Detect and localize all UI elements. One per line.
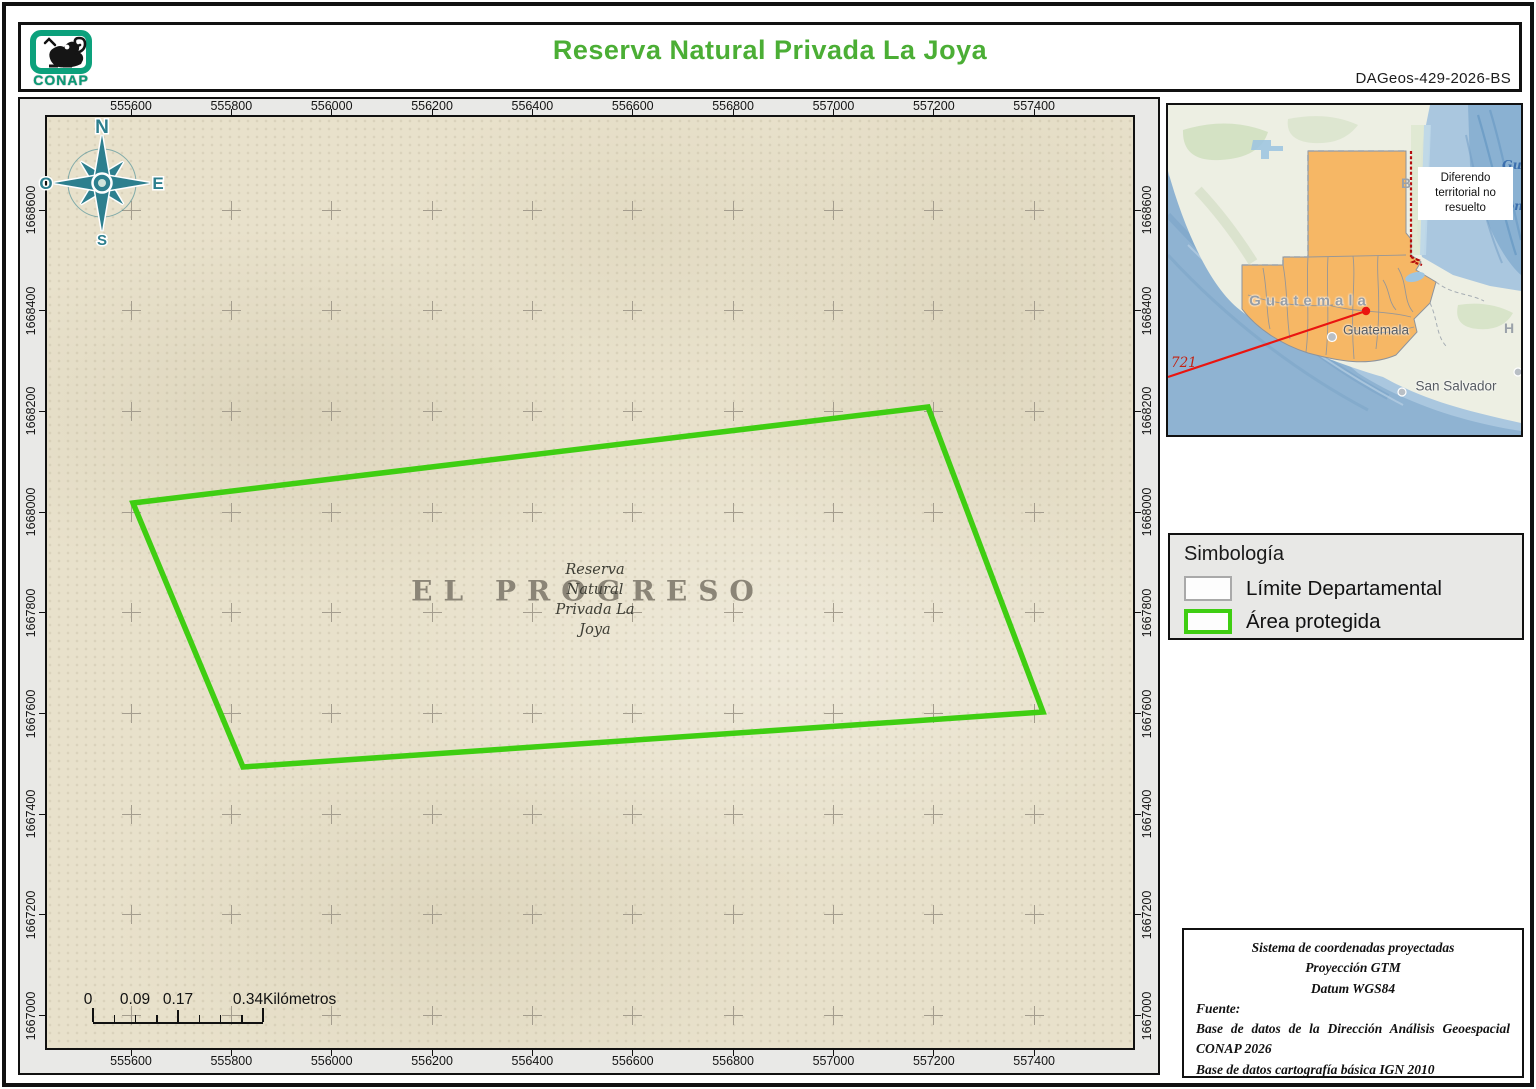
compass-o-label: O bbox=[39, 174, 52, 193]
compass-n-label: N bbox=[95, 117, 109, 138]
source-line-2: Base de datos cartografía básica IGN 201… bbox=[1196, 1061, 1435, 1077]
northing-label-right: 1667200 bbox=[1140, 890, 1154, 940]
northing-label-right: 1667800 bbox=[1140, 588, 1154, 638]
easting-label-bottom: 557400 bbox=[1013, 1054, 1055, 1068]
northing-label-right: 1668600 bbox=[1140, 185, 1154, 235]
source-line-1: Base de datos de la Dirección Análisis G… bbox=[1196, 1021, 1510, 1057]
legend: Simbología Límite Departamental Área pro… bbox=[1168, 533, 1524, 640]
easting-label-bottom: 557000 bbox=[812, 1054, 855, 1068]
map-sheet: CONAP Reserva Natural Privada La Joya DA… bbox=[0, 0, 1536, 1089]
honduras-partial-label: H o bbox=[1504, 320, 1521, 336]
guatemala-city-label: Guatemala bbox=[1342, 322, 1410, 338]
map-frame: 555600 555600 555800 555800 556000 556000 5562… bbox=[18, 97, 1160, 1075]
easting-label-bottom: 556800 bbox=[712, 1054, 754, 1068]
credits-box: Sistema de coordenadas proyectadas Proye… bbox=[1182, 928, 1524, 1078]
northing-tick-right bbox=[1135, 813, 1141, 815]
easting-tick-bottom bbox=[431, 1050, 433, 1056]
easting-tick-bottom bbox=[732, 1050, 734, 1056]
northing-tick-right bbox=[1135, 410, 1141, 412]
northing-label-left: 1668000 bbox=[24, 487, 38, 537]
northing-tick-right bbox=[1135, 511, 1141, 513]
northing-label-right: 1668000 bbox=[1140, 487, 1154, 537]
compass-s-label: S bbox=[97, 232, 107, 249]
northing-label-left: 1667200 bbox=[24, 890, 38, 940]
easting-label-bottom: 556200 bbox=[411, 1054, 453, 1068]
northing-label-left: 1667000 bbox=[24, 991, 38, 1040]
scale-unit-label: Kilómetros bbox=[263, 991, 337, 1008]
scale-bar-tick bbox=[262, 1008, 264, 1022]
scale-bar-tick bbox=[134, 1015, 137, 1022]
northing-label-right: 1668200 bbox=[1140, 387, 1154, 436]
source-label: Fuente: bbox=[1196, 1000, 1241, 1016]
scale-bar-tick bbox=[92, 1008, 94, 1022]
belize-partial-label: B bbox=[1401, 175, 1412, 191]
northing-tick-right bbox=[1135, 612, 1141, 614]
scale-bar-ticks bbox=[92, 1008, 264, 1024]
easting-tick-bottom bbox=[1033, 1050, 1035, 1056]
northing-label-left: 1668200 bbox=[24, 387, 38, 436]
easting-label-bottom: 555800 bbox=[210, 1054, 253, 1068]
northing-label-right: 1667400 bbox=[1140, 789, 1154, 839]
legend-item-protected-area: Área protegida bbox=[1184, 609, 1514, 635]
easting-label-bottom: 556000 bbox=[310, 1054, 353, 1068]
northing-tick-right bbox=[1135, 1015, 1141, 1017]
easting-tick-bottom bbox=[632, 1050, 634, 1056]
crs-line: Sistema de coordenadas proyectadas bbox=[1251, 940, 1455, 955]
projection-line: Proyección GTM bbox=[1305, 960, 1401, 976]
easting-label-bottom: 557200 bbox=[912, 1054, 955, 1068]
northing-label-left: 1668400 bbox=[24, 286, 38, 336]
scale-bar-tick bbox=[198, 1015, 200, 1022]
scale-label-017: 0.17 bbox=[162, 991, 194, 1008]
easting-tick-bottom bbox=[331, 1050, 333, 1056]
northing-label-right: 1667000 bbox=[1140, 991, 1154, 1040]
reserve-name-label: Reserva Natural Privada La Joya bbox=[555, 562, 635, 638]
san-salvador-label: San Salvador bbox=[1415, 378, 1497, 394]
northing-label-left: 1667600 bbox=[24, 689, 38, 738]
scale-label-0: 0 bbox=[83, 991, 93, 1008]
departmental-boundary-swatch bbox=[1184, 576, 1232, 601]
scale-bar: 0 0.09 0.17 0.34 Kilómetros bbox=[47, 977, 467, 1037]
easting-tick-bottom bbox=[933, 1050, 935, 1056]
northing-tick-right bbox=[1135, 914, 1141, 916]
easting-label-bottom: 555600 bbox=[110, 1054, 152, 1068]
northing-tick-right bbox=[1135, 310, 1141, 312]
conap-logo-text: CONAP bbox=[33, 72, 89, 88]
northing-label-right: 1667600 bbox=[1140, 689, 1154, 738]
scale-bar-tick bbox=[113, 1015, 115, 1022]
header: CONAP Reserva Natural Privada La Joya DA… bbox=[18, 22, 1522, 92]
easting-label-bottom: 556400 bbox=[511, 1054, 554, 1068]
compass-rose-icon: N E S O bbox=[38, 117, 165, 249]
easting-tick-bottom bbox=[531, 1050, 533, 1056]
guatemala-country-label: Guatemala bbox=[1249, 292, 1371, 310]
legend-title: Simbología bbox=[1184, 543, 1285, 565]
territorial-disclaimer: Diferendo territorial no resuelto bbox=[1418, 167, 1513, 220]
document-code: DAGeos-429-2026-BS bbox=[1355, 70, 1511, 87]
northing-tick-right bbox=[1135, 713, 1141, 714]
northing-label-right: 1668400 bbox=[1140, 286, 1154, 336]
scale-label-034: 0.34 bbox=[232, 991, 264, 1008]
road-number-label: 721 bbox=[1171, 355, 1197, 371]
scale-bar-tick bbox=[177, 1010, 179, 1022]
protected-area-swatch bbox=[1184, 609, 1232, 634]
scale-label-009: 0.09 bbox=[119, 991, 151, 1008]
scale-bar-tick bbox=[219, 1015, 222, 1022]
easting-tick-bottom bbox=[130, 1050, 132, 1056]
northing-tick-right bbox=[1135, 209, 1141, 211]
map-canvas: EL PROGRESO Reserva Natural Privada La J… bbox=[38, 115, 1135, 1050]
northing-label-left: 1667800 bbox=[24, 588, 38, 638]
easting-tick-bottom bbox=[832, 1050, 834, 1056]
scale-bar-tick bbox=[156, 1015, 158, 1022]
scale-bar-tick bbox=[241, 1015, 243, 1022]
location-inset-map: B Diferendo territorial no resuelto Gu H… bbox=[1166, 103, 1523, 437]
page-title: Reserva Natural Privada La Joya bbox=[552, 35, 988, 65]
easting-label-bottom: 556600 bbox=[611, 1054, 654, 1068]
datum-line: Datum WGS84 bbox=[1310, 980, 1396, 996]
legend-item-departmental: Límite Departamental bbox=[1184, 576, 1514, 602]
easting-tick-bottom bbox=[230, 1050, 232, 1056]
compass-e-label: E bbox=[152, 174, 163, 193]
northing-label-left: 1667400 bbox=[24, 789, 38, 839]
